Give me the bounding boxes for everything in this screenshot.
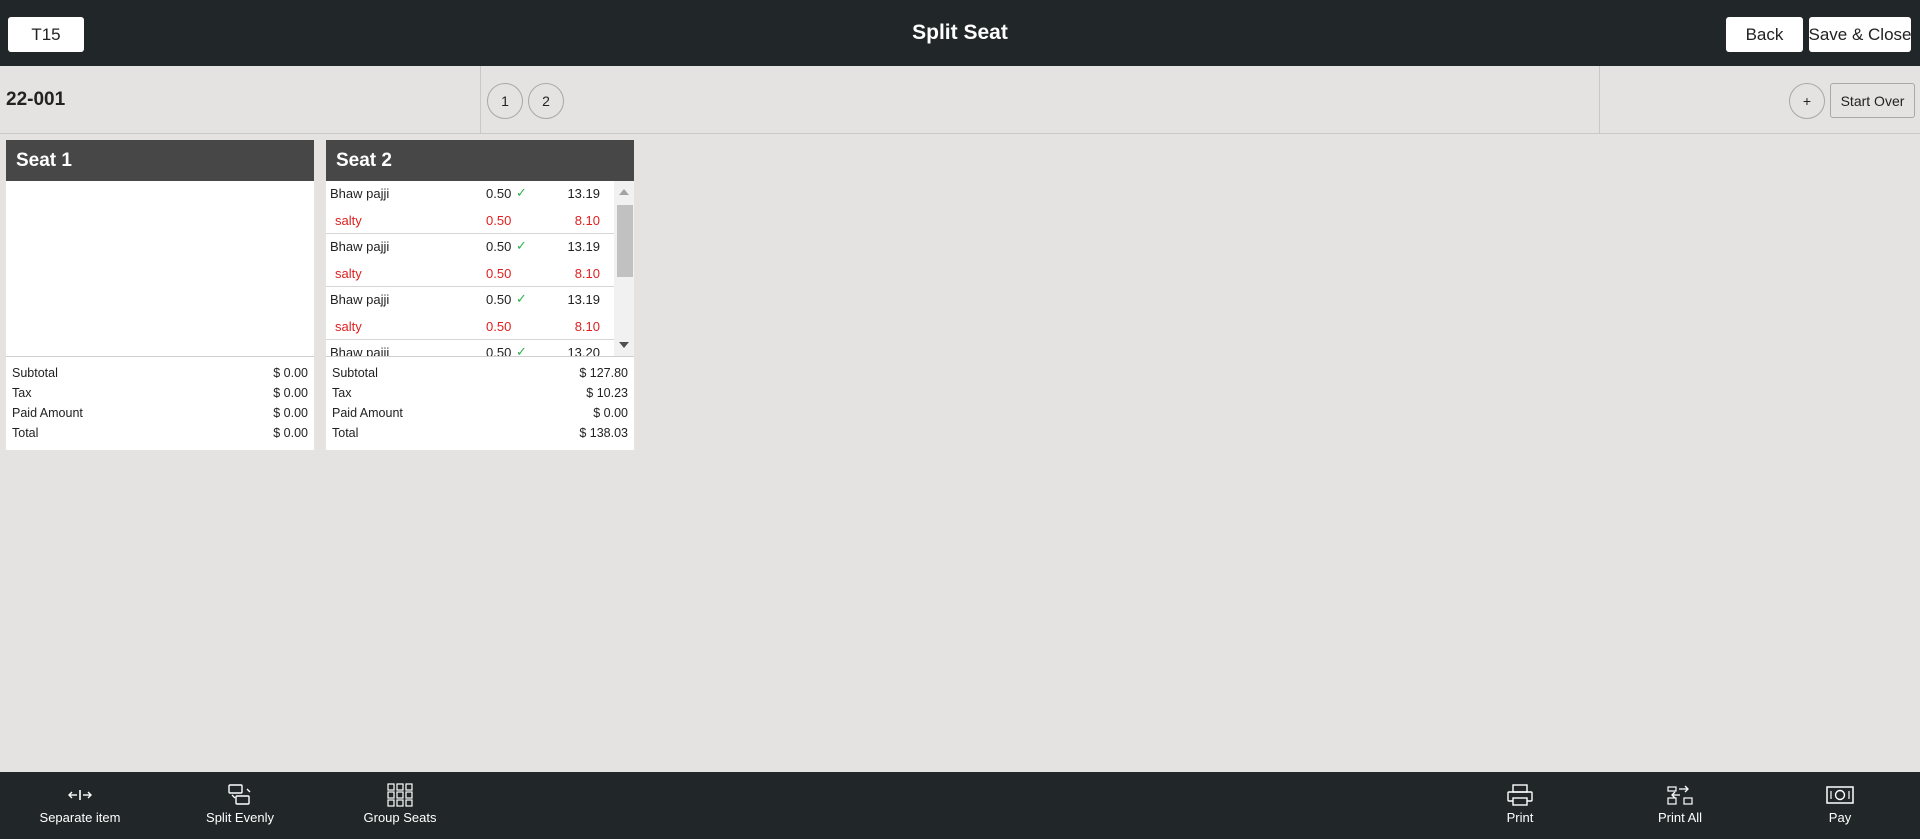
order-bar: 22-001 1 2 + Start Over xyxy=(0,66,1920,134)
divider xyxy=(480,66,481,133)
separate-item-button[interactable]: Separate item xyxy=(20,772,140,839)
modifier-name: salty xyxy=(335,319,362,334)
modifier-price: 8.10 xyxy=(574,266,600,281)
scroll-up-arrow-icon[interactable] xyxy=(619,189,629,195)
save-close-button[interactable]: Save & Close xyxy=(1809,17,1911,52)
seat-tab-2[interactable]: 2 xyxy=(528,83,564,119)
modifier-row[interactable]: salty 0.50 8.10 xyxy=(326,313,634,340)
total-label: Total xyxy=(12,426,39,440)
paid-label: Paid Amount xyxy=(332,406,403,420)
item-name: Bhaw pajji xyxy=(330,292,390,307)
subtotal-value: $ 127.80 xyxy=(579,366,628,380)
add-seat-button[interactable]: + xyxy=(1789,83,1825,119)
seat-title: Seat 1 xyxy=(6,140,314,181)
modifier-qty: 0.50 xyxy=(486,213,512,228)
modifier-qty: 0.50 xyxy=(486,266,512,281)
check-icon: ✓ xyxy=(516,185,527,200)
tax-value: $ 0.00 xyxy=(273,386,308,400)
seat-totals: Subtotal $ 0.00 Tax $ 0.00 Paid Amount $ 0.… xyxy=(6,357,314,443)
back-button[interactable]: Back xyxy=(1726,17,1803,52)
print-all-button[interactable]: Print All xyxy=(1620,772,1740,839)
check-icon: ✓ xyxy=(516,238,527,253)
grid-icon xyxy=(387,783,413,807)
split-evenly-label: Split Evenly xyxy=(206,810,274,825)
order-item[interactable]: Bhaw pajji 0.50 ✓ 13.19 xyxy=(326,287,634,313)
item-qty: 0.50 xyxy=(486,345,512,357)
item-name: Bhaw pajji xyxy=(330,345,390,357)
item-price: 13.19 xyxy=(567,239,600,254)
item-price: 13.20 xyxy=(567,345,600,357)
check-icon: ✓ xyxy=(516,291,527,306)
modifier-price: 8.10 xyxy=(574,319,600,334)
separate-item-label: Separate item xyxy=(39,810,121,825)
item-price: 13.19 xyxy=(567,186,600,201)
page-title: Split Seat xyxy=(912,21,1008,44)
modifier-name: salty xyxy=(335,213,362,228)
item-qty: 0.50 xyxy=(486,186,512,201)
modifier-qty: 0.50 xyxy=(486,319,512,334)
seat-card-1[interactable]: Seat 1 Subtotal $ 0.00 Tax $ 0.00 Paid Amo… xyxy=(6,140,314,450)
total-value: $ 138.03 xyxy=(579,426,628,440)
order-item[interactable]: Bhaw pajji 0.50 ✓ 13.19 xyxy=(326,234,634,260)
seat-card-2[interactable]: Seat 2 Bhaw pajji 0.50 ✓ 13.19 salty 0.5… xyxy=(326,140,634,450)
item-name: Bhaw pajji xyxy=(330,186,390,201)
print-all-icon xyxy=(1666,784,1694,806)
modifier-name: salty xyxy=(335,266,362,281)
group-seats-label: Group Seats xyxy=(363,810,437,825)
printer-icon xyxy=(1507,784,1533,806)
bottom-toolbar: Separate item Split Evenly Group Seats P… xyxy=(0,772,1920,839)
tax-value: $ 10.23 xyxy=(586,386,628,400)
total-label: Total xyxy=(332,426,359,440)
subtotal-label: Subtotal xyxy=(332,366,378,380)
modifier-row[interactable]: salty 0.50 8.10 xyxy=(326,260,634,287)
top-bar: T15 Split Seat Back Save & Close xyxy=(0,0,1920,66)
item-name: Bhaw pajji xyxy=(330,239,390,254)
seat-item-list[interactable]: Bhaw pajji 0.50 ✓ 13.19 salty 0.50 8.10 … xyxy=(326,181,634,357)
pay-label: Pay xyxy=(1828,810,1852,825)
group-seats-button[interactable]: Group Seats xyxy=(340,772,460,839)
seat-title: Seat 2 xyxy=(326,140,634,181)
scroll-down-arrow-icon[interactable] xyxy=(619,342,629,348)
split-evenly-button[interactable]: Split Evenly xyxy=(180,772,300,839)
total-value: $ 0.00 xyxy=(273,426,308,440)
subtotal-label: Subtotal xyxy=(12,366,58,380)
paid-value: $ 0.00 xyxy=(273,406,308,420)
print-all-label: Print All xyxy=(1657,810,1703,825)
start-over-button[interactable]: Start Over xyxy=(1830,83,1915,118)
paid-value: $ 0.00 xyxy=(593,406,628,420)
order-item[interactable]: Bhaw pajji 0.50 ✓ 13.19 xyxy=(326,181,634,207)
seat-totals: Subtotal $ 127.80 Tax $ 10.23 Paid Amount $… xyxy=(326,357,634,443)
tax-label: Tax xyxy=(332,386,352,400)
item-qty: 0.50 xyxy=(486,292,512,307)
paid-label: Paid Amount xyxy=(12,406,83,420)
subtotal-value: $ 0.00 xyxy=(273,366,308,380)
order-number: 22-001 xyxy=(6,88,66,110)
seat-item-list[interactable] xyxy=(6,181,314,357)
print-label: Print xyxy=(1506,810,1534,825)
item-qty: 0.50 xyxy=(486,239,512,254)
cash-icon xyxy=(1826,784,1854,806)
split-evenly-icon xyxy=(227,784,253,806)
modifier-row[interactable]: salty 0.50 8.10 xyxy=(326,207,634,234)
tax-label: Tax xyxy=(12,386,32,400)
table-button[interactable]: T15 xyxy=(8,17,84,52)
order-item[interactable]: Bhaw pajji 0.50 ✓ 13.20 xyxy=(326,340,634,357)
item-price: 13.19 xyxy=(567,292,600,307)
scrollbar[interactable] xyxy=(614,181,634,356)
seat-tab-1[interactable]: 1 xyxy=(487,83,523,119)
divider xyxy=(1599,66,1600,133)
pay-button[interactable]: Pay xyxy=(1780,772,1900,839)
scroll-thumb[interactable] xyxy=(617,205,633,277)
print-button[interactable]: Print xyxy=(1460,772,1580,839)
separate-arrows-icon xyxy=(67,784,93,806)
check-icon: ✓ xyxy=(516,344,527,357)
modifier-price: 8.10 xyxy=(574,213,600,228)
